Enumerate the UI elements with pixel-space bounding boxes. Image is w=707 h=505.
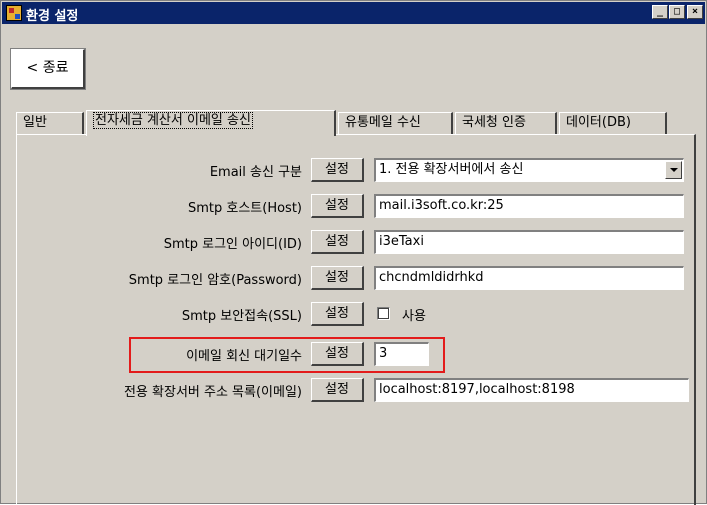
set-button[interactable]: 설정 bbox=[311, 230, 364, 254]
setting-row-email-mode: Email 송신 구분 설정 1. 전용 확장서버에서 송신 bbox=[1, 157, 701, 185]
set-button[interactable]: 설정 bbox=[311, 266, 364, 290]
setting-label: Smtp 보안접속(SSL) bbox=[181, 309, 302, 324]
highlight-box bbox=[129, 337, 445, 373]
setting-row-smtp-ssl: Smtp 보안접속(SSL) 설정 사용 bbox=[1, 301, 701, 329]
tab-general-label: 일반 bbox=[23, 115, 47, 130]
title-bar: 환경 설정 _ □ × bbox=[2, 2, 705, 24]
setting-row-smtp-host: Smtp 호스트(Host) 설정 mail.i3soft.co.kr:25 bbox=[1, 193, 701, 221]
set-button[interactable]: 설정 bbox=[311, 194, 364, 218]
email-mode-value: 1. 전용 확장서버에서 송신 bbox=[379, 162, 524, 177]
tab-mail-receive[interactable]: 유통메일 수신 bbox=[338, 112, 453, 134]
minimize-button[interactable]: _ bbox=[652, 5, 668, 19]
tab-mail-receive-label: 유통메일 수신 bbox=[345, 115, 421, 130]
smtp-id-field[interactable]: i3eTaxi bbox=[374, 230, 684, 254]
close-settings-button[interactable]: < 종료 bbox=[10, 48, 86, 90]
close-button[interactable]: × bbox=[687, 5, 703, 19]
window-title: 환경 설정 bbox=[26, 9, 79, 24]
setting-label: Email 송신 구분 bbox=[209, 165, 302, 180]
tab-nts-auth-label: 국세청 인증 bbox=[462, 115, 526, 130]
smtp-password-field[interactable]: chcndmldidrhkd bbox=[374, 266, 684, 290]
setting-row-smtp-password: Smtp 로그인 암호(Password) 설정 chcndmldidrhkd bbox=[1, 265, 701, 293]
chevron-down-icon[interactable] bbox=[665, 161, 682, 179]
tab-nts-auth[interactable]: 국세청 인증 bbox=[455, 112, 557, 134]
tab-database-label: 데이터(DB) bbox=[566, 115, 631, 130]
email-mode-select[interactable]: 1. 전용 확장서버에서 송신 bbox=[374, 158, 684, 182]
set-button[interactable]: 설정 bbox=[311, 302, 364, 326]
tab-strip: 일반 전자세금 계산서 이메일 송신 유통메일 수신 국세청 인증 데이터(DB… bbox=[16, 110, 706, 136]
tab-email-send-label: 전자세금 계산서 이메일 송신 bbox=[93, 112, 253, 129]
maximize-button[interactable]: □ bbox=[669, 5, 685, 19]
setting-label: Smtp 로그인 아이디(ID) bbox=[163, 237, 302, 252]
tab-email-send[interactable]: 전자세금 계산서 이메일 송신 bbox=[86, 110, 336, 136]
set-button[interactable]: 설정 bbox=[311, 158, 364, 182]
setting-label: Smtp 로그인 암호(Password) bbox=[128, 273, 302, 288]
setting-row-smtp-id: Smtp 로그인 아이디(ID) 설정 i3eTaxi bbox=[1, 229, 701, 257]
settings-window: 환경 설정 _ □ × < 종료 일반 전자세금 계산서 이메일 송신 유통메일… bbox=[0, 0, 707, 505]
tab-general[interactable]: 일반 bbox=[16, 112, 84, 134]
setting-label: Smtp 호스트(Host) bbox=[187, 201, 302, 216]
set-button[interactable]: 설정 bbox=[311, 378, 364, 402]
ssl-checkbox[interactable] bbox=[377, 307, 390, 320]
setting-row-server-list: 전용 확장서버 주소 목록(이메일) 설정 localhost:8197,loc… bbox=[1, 377, 701, 405]
ssl-checkbox-label: 사용 bbox=[402, 309, 426, 324]
server-list-field[interactable]: localhost:8197,localhost:8198 bbox=[374, 378, 689, 402]
app-icon bbox=[6, 5, 22, 21]
smtp-host-field[interactable]: mail.i3soft.co.kr:25 bbox=[374, 194, 684, 218]
setting-label: 전용 확장서버 주소 목록(이메일) bbox=[123, 385, 302, 400]
tab-database[interactable]: 데이터(DB) bbox=[559, 112, 667, 134]
